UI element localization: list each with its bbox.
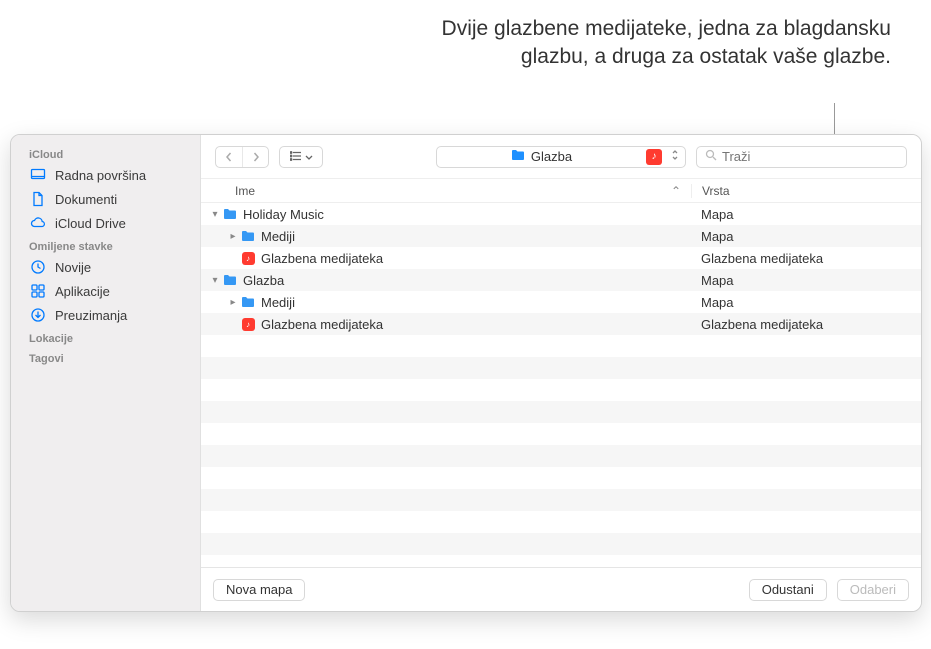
table-row[interactable]: ▾ Holiday MusicMapa (201, 203, 921, 225)
chevron-down-icon (305, 149, 313, 164)
empty-row (201, 555, 921, 567)
empty-row (201, 423, 921, 445)
empty-row (201, 357, 921, 379)
sidebar-item-label: Radna površina (55, 168, 146, 183)
file-name: Holiday Music (239, 207, 691, 222)
toolbar: Glazba ♪ (201, 135, 921, 179)
sidebar-item-label: Dokumenti (55, 192, 117, 207)
file-name: Mediji (257, 229, 691, 244)
choose-button[interactable]: Odaberi (837, 579, 909, 601)
column-headers: Ime ⌃ Vrsta (201, 179, 921, 203)
sidebar-item-documents[interactable]: Dokumenti (11, 187, 200, 211)
sidebar-item-label: Novije (55, 260, 91, 275)
column-header-kind[interactable]: Vrsta (691, 184, 921, 198)
chevron-up-down-icon (665, 149, 685, 164)
file-kind: Mapa (691, 295, 921, 310)
music-library-icon: ♪ (239, 318, 257, 331)
file-kind: Mapa (691, 273, 921, 288)
new-folder-button[interactable]: Nova mapa (213, 579, 305, 601)
empty-row (201, 489, 921, 511)
file-kind: Mapa (691, 207, 921, 222)
cloud-icon (29, 214, 47, 232)
folder-icon (511, 149, 525, 164)
disclosure-triangle[interactable]: ▸ (227, 231, 239, 242)
sidebar-item-label: iCloud Drive (55, 216, 126, 231)
forward-button[interactable] (242, 147, 268, 167)
empty-row (201, 335, 921, 357)
sidebar-section-favorites: Omiljene stavke (11, 235, 200, 255)
file-list[interactable]: ▾Holiday MusicMapa▸MedijiMapa♪Glazbena m… (201, 203, 921, 567)
table-row[interactable]: ▸ MedijiMapa (201, 225, 921, 247)
path-dropdown[interactable]: Glazba ♪ (436, 146, 686, 168)
search-input[interactable] (722, 149, 898, 164)
cancel-button[interactable]: Odustani (749, 579, 827, 601)
sort-ascending-icon: ⌃ (671, 184, 691, 198)
empty-row (201, 445, 921, 467)
disclosure-triangle[interactable]: ▾ (209, 275, 221, 286)
finder-dialog: iCloud Radna površina Dokumenti iCloud D… (10, 134, 922, 612)
table-row[interactable]: ▸ MedijiMapa (201, 291, 921, 313)
table-row[interactable]: ▾ GlazbaMapa (201, 269, 921, 291)
empty-row (201, 467, 921, 489)
file-kind: Glazbena medijateka (691, 317, 921, 332)
list-icon (290, 149, 302, 164)
sidebar-item-downloads[interactable]: Preuzimanja (11, 303, 200, 327)
file-name: Glazbena medijateka (257, 317, 691, 332)
annotation-text: Dvije glazbene medijateke, jedna za blag… (371, 15, 891, 72)
folder-icon (239, 296, 257, 308)
file-name: Mediji (257, 295, 691, 310)
download-icon (29, 306, 47, 324)
search-icon (705, 149, 717, 164)
nav-buttons (215, 146, 269, 168)
clock-icon (29, 258, 47, 276)
sidebar-section-icloud: iCloud (11, 143, 200, 163)
apps-icon (29, 282, 47, 300)
main-panel: Glazba ♪ Ime ⌃ Vrsta ▾Holiday MusicMapa▸… (201, 135, 921, 611)
file-kind: Mapa (691, 229, 921, 244)
column-header-name[interactable]: Ime ⌃ (235, 184, 691, 198)
table-row[interactable]: ♪Glazbena medijatekaGlazbena medijateka (201, 247, 921, 269)
folder-icon (221, 274, 239, 286)
sidebar-section-locations[interactable]: Lokacije (11, 327, 200, 347)
empty-row (201, 533, 921, 555)
back-button[interactable] (216, 147, 242, 167)
sidebar-item-desktop[interactable]: Radna površina (11, 163, 200, 187)
path-label: Glazba (531, 149, 572, 164)
disclosure-triangle[interactable]: ▾ (209, 209, 221, 220)
sidebar: iCloud Radna površina Dokumenti iCloud D… (11, 135, 201, 611)
file-name: Glazbena medijateka (257, 251, 691, 266)
disclosure-triangle[interactable]: ▸ (227, 297, 239, 308)
doc-icon (29, 190, 47, 208)
sidebar-section-tags[interactable]: Tagovi (11, 347, 200, 367)
sidebar-item-icloud-drive[interactable]: iCloud Drive (11, 211, 200, 235)
dialog-footer: Nova mapa Odustani Odaberi (201, 567, 921, 611)
empty-row (201, 401, 921, 423)
search-field[interactable] (696, 146, 907, 168)
folder-icon (221, 208, 239, 220)
empty-row (201, 511, 921, 533)
music-badge-icon: ♪ (646, 149, 662, 165)
file-kind: Glazbena medijateka (691, 251, 921, 266)
file-name: Glazba (239, 273, 691, 288)
sidebar-item-label: Preuzimanja (55, 308, 127, 323)
sidebar-item-applications[interactable]: Aplikacije (11, 279, 200, 303)
music-library-icon: ♪ (239, 252, 257, 265)
empty-row (201, 379, 921, 401)
callout-line (834, 103, 835, 135)
view-mode-button[interactable] (279, 146, 323, 168)
folder-icon (239, 230, 257, 242)
sidebar-item-recents[interactable]: Novije (11, 255, 200, 279)
desktop-icon (29, 166, 47, 184)
table-row[interactable]: ♪Glazbena medijatekaGlazbena medijateka (201, 313, 921, 335)
sidebar-item-label: Aplikacije (55, 284, 110, 299)
